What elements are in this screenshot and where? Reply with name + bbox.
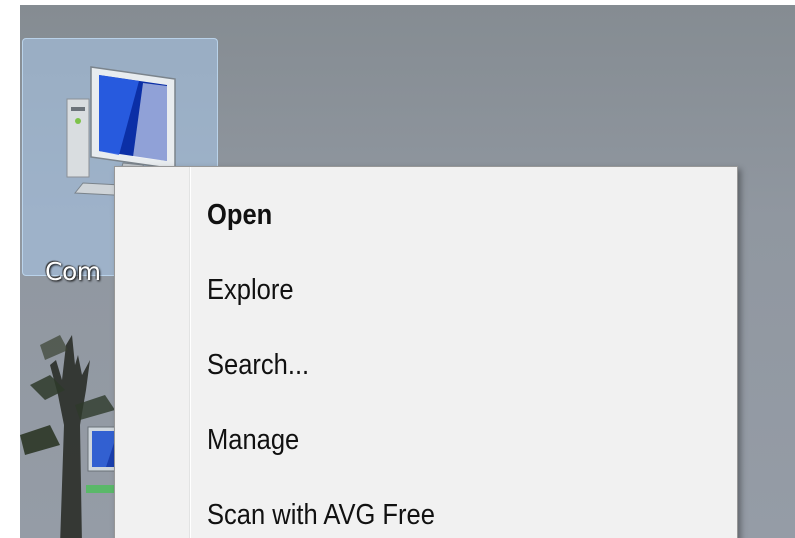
menu-item-label: Scan with AVG Free <box>207 498 435 531</box>
computer-icon-label: Com <box>45 257 101 286</box>
menu-item-label: Search... <box>207 348 310 381</box>
menu-item-manage[interactable]: Manage <box>115 410 737 470</box>
menu-item-open[interactable]: Open <box>115 185 737 245</box>
menu-item-label: Explore <box>207 273 294 306</box>
top-margin <box>0 0 795 5</box>
left-margin <box>0 0 20 538</box>
screenshot: Com Open Explore Search... Manage Scan w… <box>0 0 795 538</box>
menu-item-scan-avg[interactable]: Scan with AVG Free <box>115 485 737 538</box>
menu-item-explore[interactable]: Explore <box>115 260 737 320</box>
menu-item-search[interactable]: Search... <box>115 335 737 395</box>
menu-item-label: Manage <box>207 423 300 456</box>
menu-item-label: Open <box>207 198 273 231</box>
context-menu: Open Explore Search... Manage Scan with … <box>114 166 738 538</box>
